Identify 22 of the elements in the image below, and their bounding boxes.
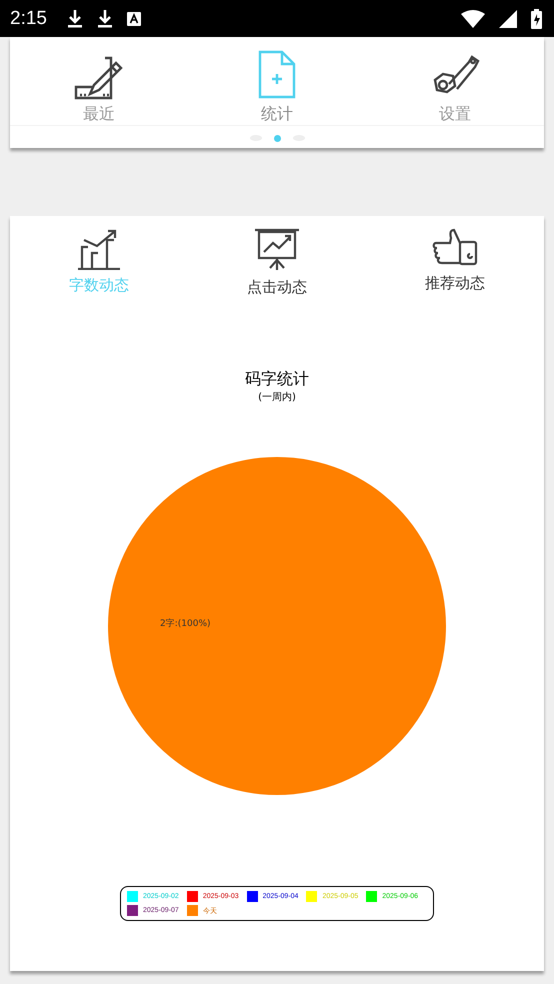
chart-title: 码字统计	[245, 369, 309, 390]
wifi-icon	[461, 10, 485, 28]
battery-icon	[531, 8, 542, 28]
nav-item[interactable]: 设置	[395, 45, 515, 125]
tab[interactable]: 点击动态	[217, 228, 337, 297]
download-icon	[96, 8, 113, 28]
page-dot[interactable]	[274, 135, 280, 142]
presentation-board-icon	[254, 228, 300, 272]
chart-subtitle: (一周内)	[258, 390, 296, 404]
document-plus-icon	[257, 50, 297, 100]
thumbs-up-icon	[432, 228, 478, 268]
bar-chart-icon	[77, 228, 121, 270]
pencil-ruler-icon	[74, 56, 124, 100]
tab[interactable]: 字数动态	[39, 228, 159, 297]
download-icon	[66, 8, 83, 28]
nav-item[interactable]: 统计	[217, 45, 337, 125]
status-time: 2:15	[10, 8, 47, 30]
font-icon	[126, 12, 141, 26]
slice-label: 2字:(100%)	[160, 618, 211, 630]
signal-icon	[499, 10, 517, 28]
nav-item[interactable]: 最近	[39, 45, 159, 125]
tab[interactable]: 推荐动态	[395, 228, 515, 297]
